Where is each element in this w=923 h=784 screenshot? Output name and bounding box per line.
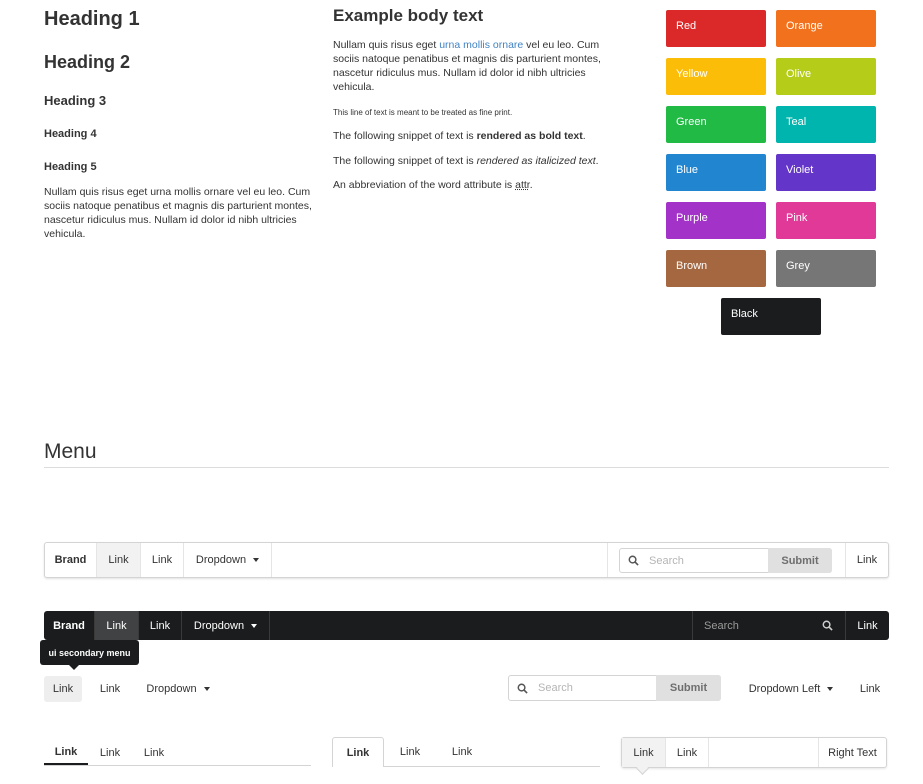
abbr-line: An abbreviation of the word attribute is… bbox=[333, 179, 533, 191]
secondary-link[interactable]: Link bbox=[91, 676, 129, 702]
swatch-yellow[interactable]: Yellow bbox=[666, 58, 766, 95]
caret-down-icon bbox=[203, 687, 210, 691]
italic-line: The following snippet of text is rendere… bbox=[333, 155, 599, 167]
italic-text: rendered as italicized text bbox=[476, 155, 596, 167]
heading-3: Heading 3 bbox=[44, 93, 107, 108]
swatch-grey[interactable]: Grey bbox=[776, 250, 876, 287]
bold-line: The following snippet of text is rendere… bbox=[333, 130, 586, 142]
body-paragraph: Nullam quis risus eget urna mollis ornar… bbox=[333, 38, 605, 94]
menu-section-title: Menu bbox=[44, 440, 97, 463]
menu-dropdown[interactable]: Dropdown bbox=[182, 611, 270, 640]
italic-line-suffix: . bbox=[595, 155, 599, 167]
heading-paragraph: Nullam quis risus eget urna mollis ornar… bbox=[44, 186, 312, 240]
menu-right-link[interactable]: Link bbox=[845, 611, 889, 640]
menu-link-active[interactable]: Link bbox=[95, 611, 139, 640]
body-link[interactable]: urna mollis ornare bbox=[439, 39, 523, 51]
search-placeholder: Search bbox=[704, 619, 739, 632]
swatch-green[interactable]: Green bbox=[666, 106, 766, 143]
swatch-pink[interactable]: Pink bbox=[776, 202, 876, 239]
secondary-right-link[interactable]: Link bbox=[851, 676, 889, 702]
box-link[interactable]: Link bbox=[666, 738, 709, 767]
swatch-orange[interactable]: Orange bbox=[776, 10, 876, 47]
search-input[interactable]: Search bbox=[692, 611, 845, 640]
abbr-line-prefix: An abbreviation of the word attribute is bbox=[333, 179, 516, 191]
caret-down-icon bbox=[253, 558, 260, 562]
bold-line-suffix: . bbox=[582, 130, 586, 142]
secondary-dropdown[interactable]: Dropdown bbox=[138, 676, 218, 702]
menu-dropdown[interactable]: Dropdown bbox=[184, 543, 272, 577]
fine-print: This line of text is meant to be treated… bbox=[333, 108, 513, 117]
heading-5: Heading 5 bbox=[44, 161, 97, 173]
pointing-link-active[interactable]: Link bbox=[44, 740, 88, 765]
body-text-start: Nullam quis risus eget bbox=[333, 39, 440, 51]
search-icon bbox=[628, 555, 639, 566]
caret-down-icon bbox=[251, 623, 258, 628]
swatch-teal[interactable]: Teal bbox=[776, 106, 876, 143]
dropdown-left[interactable]: Dropdown Left bbox=[744, 676, 838, 702]
menu-brand[interactable]: Brand bbox=[44, 611, 95, 640]
search-placeholder: Search bbox=[649, 554, 684, 567]
heading-1: Heading 1 bbox=[44, 8, 140, 30]
pointing-box-menu: Link Link Right Text bbox=[621, 737, 887, 768]
bold-line-prefix: The following snippet of text is bbox=[333, 130, 477, 142]
body-title: Example body text bbox=[333, 6, 484, 25]
menu-link[interactable]: Link bbox=[139, 611, 182, 640]
tab-link-active[interactable]: Link bbox=[332, 737, 384, 767]
swatch-olive[interactable]: Olive bbox=[776, 58, 876, 95]
submit-button[interactable]: Submit bbox=[768, 548, 832, 573]
swatch-purple[interactable]: Purple bbox=[666, 202, 766, 239]
menu-bar-light: Brand Link Link Dropdown Search Submit L… bbox=[44, 542, 889, 578]
pointing-menu-baseline bbox=[44, 765, 311, 766]
swatch-red[interactable]: Red bbox=[666, 10, 766, 47]
menu-bar-dark: Brand Link Link Dropdown Search Link bbox=[44, 611, 889, 640]
search-placeholder: Search bbox=[538, 682, 573, 694]
tab-link[interactable]: Link bbox=[388, 737, 432, 766]
swatch-blue[interactable]: Blue bbox=[666, 154, 766, 191]
abbr-line-suffix: . bbox=[529, 179, 533, 191]
dropdown-label: Dropdown Left bbox=[748, 683, 821, 695]
dropdown-label: Dropdown bbox=[146, 683, 197, 695]
heading-2: Heading 2 bbox=[44, 52, 131, 72]
swatch-violet[interactable]: Violet bbox=[776, 154, 876, 191]
menu-link[interactable]: Link bbox=[141, 543, 184, 577]
submit-button[interactable]: Submit bbox=[656, 675, 721, 701]
bold-text: rendered as bold text bbox=[476, 130, 583, 142]
menu-right-link[interactable]: Link bbox=[845, 543, 888, 577]
abbr-text: attr bbox=[515, 179, 530, 191]
menu-search-area: Search Submit bbox=[607, 543, 845, 577]
menu-link-active[interactable]: Link bbox=[97, 543, 141, 577]
tab-link[interactable]: Link bbox=[440, 737, 484, 766]
menu-brand[interactable]: Brand bbox=[45, 543, 97, 577]
search-icon bbox=[517, 683, 528, 694]
search-icon bbox=[822, 620, 833, 631]
box-right-text[interactable]: Right Text bbox=[818, 738, 886, 767]
heading-4: Heading 4 bbox=[44, 128, 97, 140]
tooltip: ui secondary menu bbox=[40, 640, 139, 665]
pointing-link[interactable]: Link bbox=[132, 740, 176, 765]
italic-line-prefix: The following snippet of text is bbox=[333, 155, 477, 167]
swatch-brown[interactable]: Brown bbox=[666, 250, 766, 287]
pointing-link[interactable]: Link bbox=[88, 740, 132, 765]
dropdown-label: Dropdown bbox=[195, 554, 247, 566]
secondary-link-active[interactable]: Link bbox=[44, 676, 82, 702]
swatch-black[interactable]: Black bbox=[721, 298, 821, 335]
dropdown-label: Dropdown bbox=[193, 619, 245, 632]
tooltip-arrow bbox=[69, 665, 79, 670]
caret-down-icon bbox=[827, 687, 834, 691]
divider bbox=[44, 467, 889, 468]
